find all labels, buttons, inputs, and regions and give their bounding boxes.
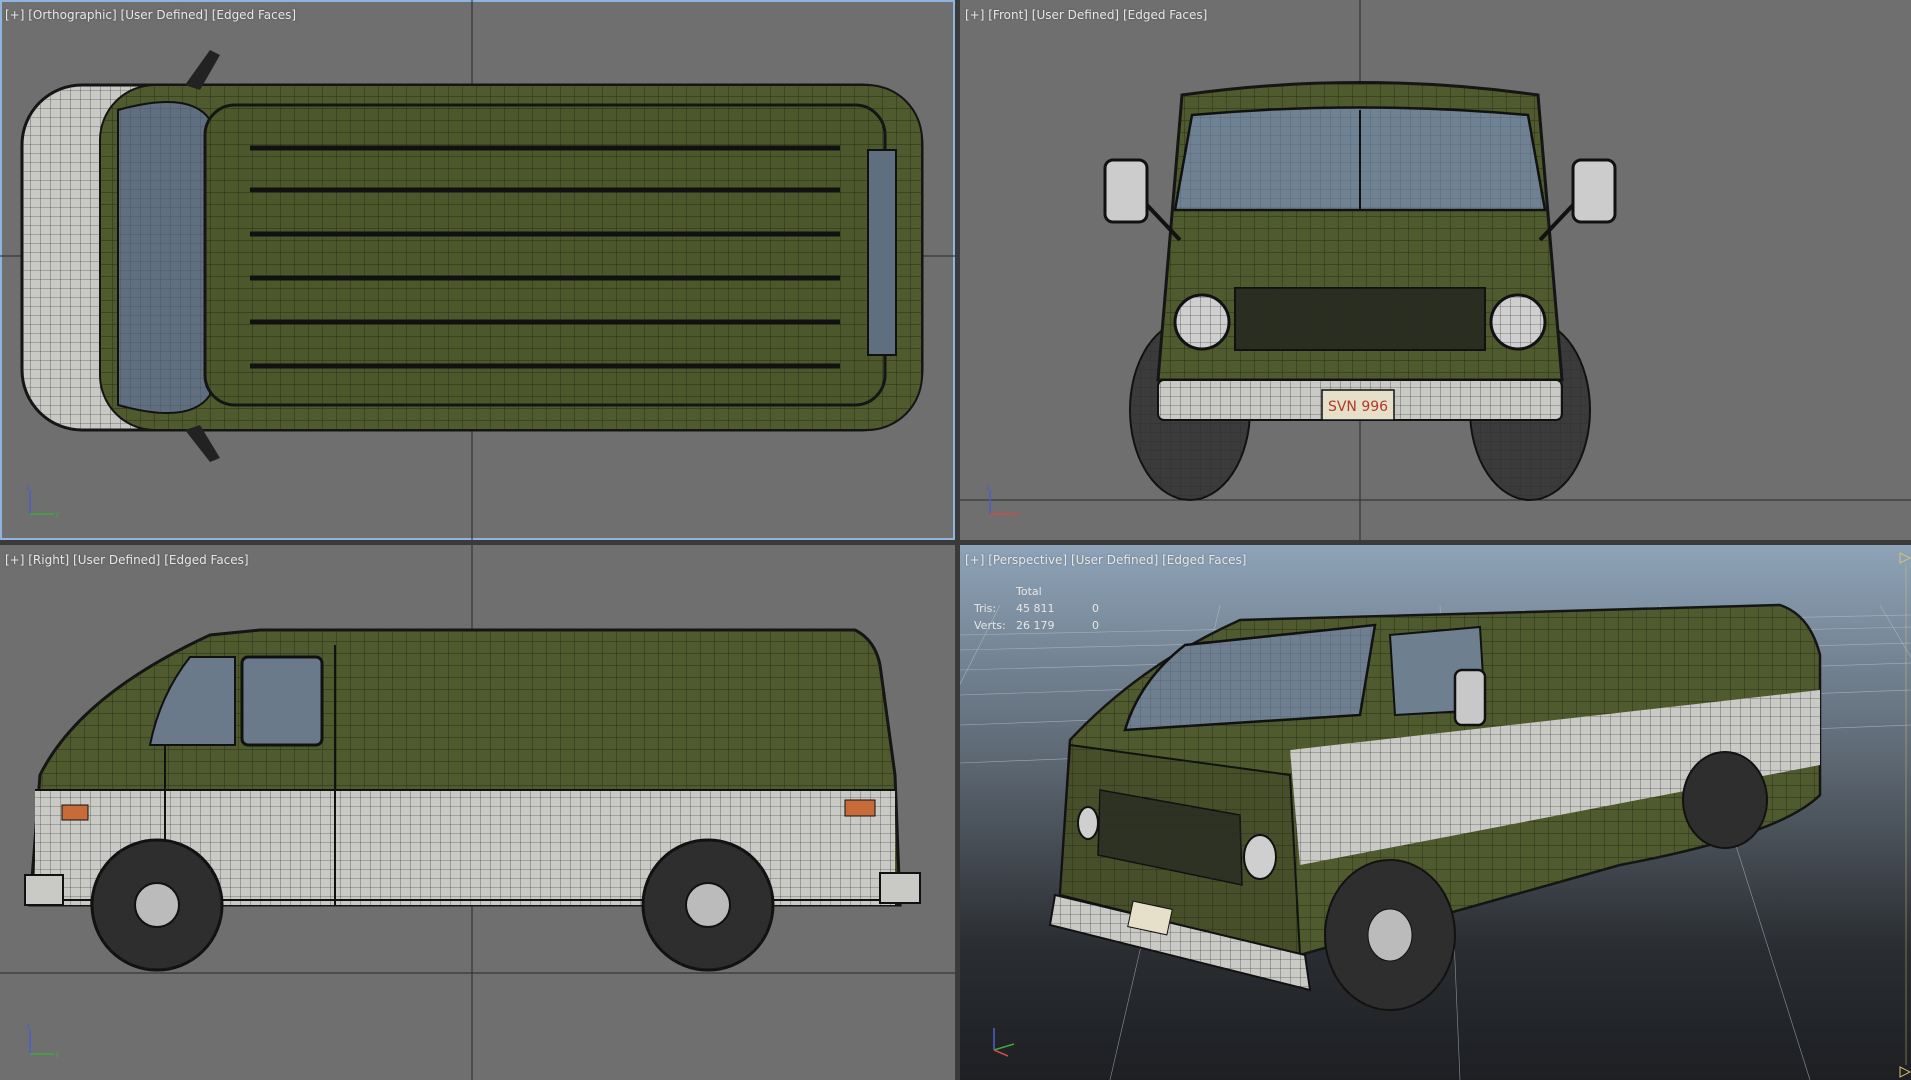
viewport-display-menu[interactable]: [Edged Faces] <box>1123 8 1207 22</box>
viewport-perspective[interactable]: [+] [Perspective] [User Defined] [Edged … <box>960 545 1911 1080</box>
stats-tris-selected: 0 <box>1092 602 1099 615</box>
viewport-label-top: [+] [Orthographic] [User Defined] [Edged… <box>5 8 296 22</box>
van-top-view[interactable] <box>0 0 955 540</box>
viewport-view-menu[interactable]: [Perspective] <box>988 553 1067 567</box>
van-right-view[interactable] <box>0 545 955 1080</box>
viewport-shading-menu[interactable]: [User Defined] <box>1032 8 1119 22</box>
stats-tris-value: 45 811 <box>1016 602 1055 615</box>
viewport-shading-menu[interactable]: [User Defined] <box>121 8 208 22</box>
viewport-menu-plus[interactable]: [+] <box>965 553 984 567</box>
viewport-view-menu[interactable]: [Front] <box>988 8 1028 22</box>
viewport-display-menu[interactable]: [Edged Faces] <box>1162 553 1246 567</box>
license-plate-text: SVN 996 <box>1328 399 1388 415</box>
stats-header: Total <box>1016 585 1042 598</box>
van-front-view[interactable]: SVN 996 <box>960 0 1911 540</box>
svg-text:z: z <box>26 1022 30 1031</box>
stats-verts-selected: 0 <box>1092 619 1099 632</box>
viewport-menu-plus[interactable]: [+] <box>5 553 24 567</box>
axis-gizmo-icon: z y <box>26 1022 60 1058</box>
svg-text:z: z <box>986 482 990 491</box>
viewport-label-right: [+] [Right] [User Defined] [Edged Faces] <box>5 553 249 567</box>
viewport-shading-menu[interactable]: [User Defined] <box>1071 553 1158 567</box>
stats-verts-value: 26 179 <box>1016 619 1055 632</box>
viewport-label-perspective: [+] [Perspective] [User Defined] [Edged … <box>965 553 1247 567</box>
svg-text:z: z <box>26 482 30 491</box>
scene-statistics: Total Tris: 45 811 0 Verts: 26 179 0 <box>974 585 1112 636</box>
viewport-front[interactable]: [+] [Front] [User Defined] [Edged Faces]… <box>960 0 1911 540</box>
svg-text:y: y <box>55 509 60 518</box>
viewport-top[interactable]: [+] [Orthographic] [User Defined] [Edged… <box>0 0 955 540</box>
viewport-display-menu[interactable]: [Edged Faces] <box>164 553 248 567</box>
viewport-menu-plus[interactable]: [+] <box>965 8 984 22</box>
axis-gizmo-icon <box>993 1028 1015 1057</box>
stats-tris-label: Tris: <box>974 602 997 615</box>
axis-gizmo-icon: z y <box>26 482 60 518</box>
svg-text:y: y <box>55 1049 60 1058</box>
viewport-view-menu[interactable]: [Orthographic] <box>28 8 116 22</box>
viewport-display-menu[interactable]: [Edged Faces] <box>212 8 296 22</box>
stats-verts-label: Verts: <box>974 619 1006 632</box>
axis-gizmo-icon: z x <box>986 482 1020 518</box>
viewport-right[interactable]: [+] [Right] [User Defined] [Edged Faces] <box>0 545 955 1080</box>
viewport-label-front: [+] [Front] [User Defined] [Edged Faces] <box>965 8 1207 22</box>
viewport-view-menu[interactable]: [Right] <box>28 553 69 567</box>
viewport-menu-plus[interactable]: [+] <box>5 8 24 22</box>
svg-text:x: x <box>1015 509 1020 518</box>
viewport-shading-menu[interactable]: [User Defined] <box>73 553 160 567</box>
